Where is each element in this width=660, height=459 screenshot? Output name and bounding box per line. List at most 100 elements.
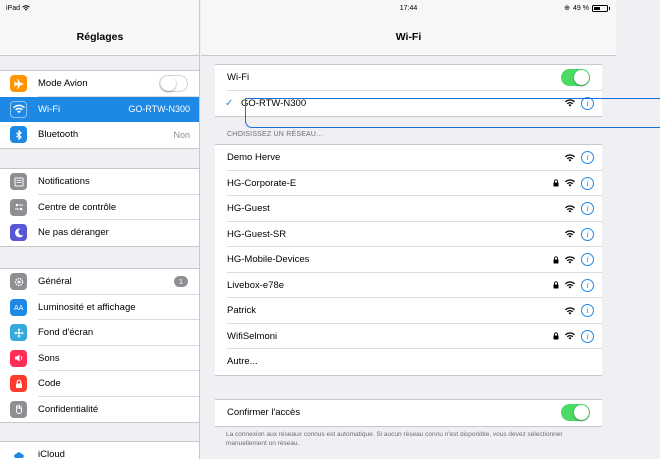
network-name: HG-Mobile-Devices	[227, 254, 310, 266]
info-button[interactable]: i	[581, 202, 594, 216]
battery-icon	[592, 4, 610, 12]
wifi-header: 17:44 ⊕ 49 % Wi-Fi	[201, 0, 616, 56]
info-button[interactable]: i	[581, 278, 594, 292]
wifi-signal-icon	[565, 256, 575, 264]
sidebar-item-label: Luminosité et affichage	[38, 301, 136, 313]
info-button[interactable]: i	[581, 304, 594, 318]
other-network-row[interactable]: Autre...	[215, 349, 602, 375]
speaker-icon	[10, 349, 27, 367]
network-row[interactable]: HG-Corporate-E i	[215, 171, 602, 196]
lock-icon	[553, 256, 559, 264]
cloud-icon	[10, 446, 27, 459]
network-row[interactable]: Livebox-e78e i	[215, 273, 602, 298]
moon-icon	[10, 224, 27, 242]
lock-icon	[553, 332, 559, 340]
sidebar-group-accounts: iCloud	[0, 441, 199, 459]
sidebar-item-label: Général	[38, 276, 72, 288]
info-button[interactable]: i	[581, 176, 594, 190]
wifi-icon	[10, 100, 27, 118]
network-row[interactable]: HG-Mobile-Devices i	[215, 247, 602, 273]
network-row[interactable]: Patrick i	[215, 298, 602, 324]
settings-sidebar: iPad Réglages Mode Avion Wi-Fi GO-RTW-N3…	[0, 0, 200, 459]
ask-to-join-label: Confirmer l'accès	[227, 407, 301, 419]
status-device: iPad	[6, 5, 30, 12]
wifi-signal-icon	[565, 205, 575, 213]
wifi-title: Wi-Fi	[395, 31, 422, 43]
sidebar-item-label: Ne pas déranger	[38, 227, 109, 239]
wifi-toggle-row: Wi-Fi	[215, 65, 602, 91]
wifi-signal-icon	[565, 281, 575, 289]
brightness-icon: AA	[10, 298, 27, 316]
sidebar-item-notifications[interactable]: Notifications	[0, 169, 199, 195]
sidebar-item-icloud[interactable]: iCloud	[0, 442, 199, 459]
network-name: HG-Guest	[227, 203, 270, 215]
wifi-toggle[interactable]	[561, 69, 590, 87]
network-row[interactable]: HG-Guest i	[215, 196, 602, 222]
sidebar-item-label: Wi-Fi	[38, 103, 61, 115]
sidebar-item-label: Centre de contrôle	[38, 201, 117, 213]
info-button[interactable]: i	[581, 253, 594, 267]
airplane-icon	[10, 75, 27, 93]
toggle-knob	[574, 70, 589, 86]
info-button[interactable]: i	[581, 227, 594, 241]
ask-to-join-group: Confirmer l'accès	[215, 399, 602, 427]
sidebar-item-bluetooth[interactable]: Bluetooth Non	[0, 122, 199, 148]
wifi-signal-icon	[565, 332, 575, 340]
network-row[interactable]: WifiSelmoni i	[215, 324, 602, 349]
sidebar-item-label: Bluetooth	[38, 129, 79, 141]
sidebar-group-connectivity: Mode Avion Wi-Fi GO-RTW-N300 Bluetooth N…	[0, 70, 199, 149]
update-badge: 1	[174, 276, 188, 288]
other-network-label: Autre...	[227, 356, 258, 368]
network-name: WifiSelmoni	[227, 330, 278, 342]
network-row[interactable]: HG-Guest-SR i	[215, 222, 602, 247]
ask-to-join-row: Confirmer l'accès	[215, 400, 602, 426]
annotation-callout	[245, 98, 660, 128]
control-center-icon	[10, 198, 27, 216]
network-name: Demo Herve	[227, 152, 281, 164]
svg-text:AA: AA	[14, 305, 24, 312]
network-name: Livebox-e78e	[227, 279, 285, 291]
info-button[interactable]: i	[581, 151, 594, 165]
sidebar-item-label: Fond d'écran	[38, 327, 94, 339]
sidebar-item-general[interactable]: Général 1	[0, 269, 199, 295]
bluetooth-icon	[10, 126, 27, 144]
hand-icon	[10, 400, 27, 418]
ask-to-join-footnote: La connexion aux réseaux connus est auto…	[226, 431, 563, 447]
sidebar-header: iPad Réglages	[0, 0, 199, 56]
sidebar-item-label: iCloud	[38, 449, 65, 459]
choose-network-header: CHOISISSEZ UN RÉSEAU...	[227, 131, 323, 138]
sidebar-item-value: GO-RTW-N300	[128, 104, 190, 115]
wifi-status-icon	[22, 5, 30, 11]
network-row[interactable]: Demo Herve i	[215, 145, 602, 171]
sidebar-item-do-not-disturb[interactable]: Ne pas déranger	[0, 220, 199, 246]
gear-icon	[10, 273, 27, 291]
lock-icon	[553, 179, 559, 187]
network-name: HG-Guest-SR	[227, 228, 287, 240]
network-list: Demo Herve i HG-Corporate-E i HG-Guest i HG-Gu…	[215, 144, 602, 376]
sidebar-item-label: Confidentialité	[38, 403, 99, 415]
sidebar-group-general: Général 1 AA Luminosité et affichage Fon…	[0, 268, 199, 423]
sidebar-item-wifi[interactable]: Wi-Fi GO-RTW-N300	[0, 96, 199, 122]
sidebar-item-control-center[interactable]: Centre de contrôle	[0, 195, 199, 220]
status-time: 17:44	[399, 5, 418, 12]
sidebar-item-wallpaper[interactable]: Fond d'écran	[0, 320, 199, 346]
sidebar-item-label: Sons	[38, 352, 60, 364]
sidebar-title: Réglages	[76, 31, 124, 43]
checkmark-icon: ✓	[225, 97, 234, 109]
airplane-mode-toggle[interactable]	[159, 75, 188, 93]
wifi-signal-icon	[565, 154, 575, 162]
sidebar-item-airplane-mode[interactable]: Mode Avion	[0, 71, 199, 97]
network-name: HG-Corporate-E	[227, 177, 297, 189]
sidebar-item-privacy[interactable]: Confidentialité	[0, 397, 199, 423]
sidebar-item-passcode[interactable]: Code	[0, 371, 199, 397]
info-button[interactable]: i	[581, 329, 594, 343]
sidebar-item-label: Code	[38, 378, 61, 390]
sidebar-item-sounds[interactable]: Sons	[0, 346, 199, 371]
sidebar-item-brightness[interactable]: AA Luminosité et affichage	[0, 295, 199, 320]
sidebar-item-label: Notifications	[38, 176, 90, 188]
ask-to-join-toggle[interactable]	[561, 404, 590, 422]
wifi-toggle-label: Wi-Fi	[227, 72, 250, 84]
toggle-knob	[160, 75, 176, 91]
sidebar-item-value: Non	[173, 129, 190, 140]
wifi-signal-icon	[565, 230, 575, 238]
